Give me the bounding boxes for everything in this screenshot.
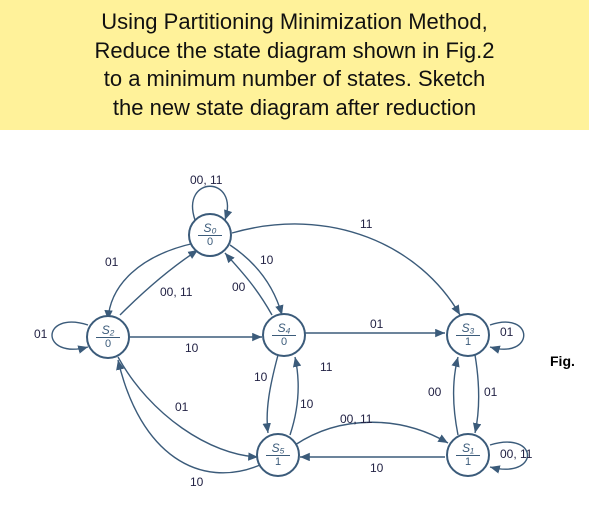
question-header: Using Partitioning Minimization Method, … [0,0,589,130]
state-s3: S₃ 1 [446,313,490,357]
state-s4-output: 0 [272,335,296,348]
label-s4-s5b: 11 [320,360,332,374]
state-s4-name: S₄ [278,322,291,334]
header-line-3: to a minimum number of states. Sketch [10,65,579,94]
label-s2-self: 01 [34,327,47,341]
state-s1-name: S₁ [462,442,474,454]
state-s0-output: 0 [198,235,222,248]
label-s0-s4: 10 [260,253,273,267]
state-s5: S₅ 1 [256,433,300,477]
label-s5-s2-back: 10 [190,475,203,489]
label-s3-self: 01 [500,325,513,339]
header-line-1: Using Partitioning Minimization Method, [10,8,579,37]
state-s2-output: 0 [96,337,120,350]
state-s2: S₂ 0 [86,315,130,359]
label-s1-s3: 01 [484,385,497,399]
state-s4: S₄ 0 [262,313,306,357]
state-s0-name: S₀ [203,222,216,234]
label-s1-self: 00, 11 [500,447,532,461]
label-s2-s0: 00, 11 [160,285,192,299]
label-s4-s5a: 10 [254,370,267,384]
state-diagram: S₀ 0 S₂ 0 S₄ 0 S₃ 1 S₅ 1 S₁ 1 00, 11 01 … [0,155,589,525]
state-s0: S₀ 0 [188,213,232,257]
label-s5-s4: 10 [300,397,313,411]
label-s3-s1: 00 [428,385,441,399]
label-s5-s1: 00, 11 [340,412,372,426]
label-s0-s2: 01 [105,255,118,269]
state-s1-output: 1 [456,455,480,468]
state-s3-output: 1 [456,335,480,348]
state-s5-output: 1 [266,455,290,468]
header-line-4: the new state diagram after reduction [10,94,579,123]
figure-caption: Fig. [550,353,575,369]
state-s5-name: S₅ [272,442,285,454]
label-s2-s4: 10 [185,341,198,355]
label-s0-self: 00, 11 [190,173,222,187]
state-s3-name: S₃ [462,322,475,334]
state-s2-name: S₂ [102,324,115,336]
label-s0-s3-arc: 11 [360,217,372,231]
label-s2-s5: 01 [175,400,188,414]
label-s4-s0: 00 [232,280,245,294]
state-s1: S₁ 1 [446,433,490,477]
label-s4-s3: 01 [370,317,383,331]
header-line-2: Reduce the state diagram shown in Fig.2 [10,37,579,66]
label-s1-s5: 10 [370,461,383,475]
